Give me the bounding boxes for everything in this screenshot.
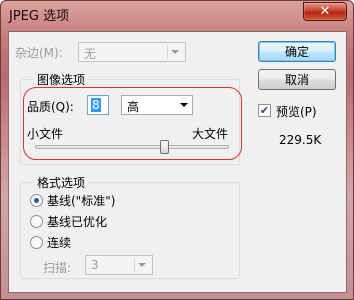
baseline-standard-label: 基线("标准")	[47, 194, 116, 208]
large-file-label: 大文件	[192, 127, 229, 141]
small-file-label: 小文件	[27, 127, 64, 141]
matte-select: 无	[78, 42, 186, 62]
quality-level-select[interactable]: 高	[121, 95, 193, 115]
quality-input[interactable]: 8	[87, 95, 109, 115]
progressive-label: 连续	[47, 236, 72, 250]
image-options-title: 图像选项	[34, 71, 89, 88]
quality-input-value: 8	[91, 98, 101, 112]
radio-baseline-standard[interactable]	[30, 194, 43, 207]
jpeg-options-dialog: JPEG 选项 ✕ 杂边(M): 无 确定 取消 ✔ 预览(P) 229.5K …	[0, 0, 354, 300]
quality-slider-thumb[interactable]	[160, 140, 170, 154]
chevron-down-icon	[180, 103, 188, 107]
close-icon: ✕	[319, 4, 331, 19]
close-button[interactable]: ✕	[303, 2, 347, 21]
checkmark-icon: ✔	[259, 104, 270, 117]
matte-value: 无	[84, 47, 97, 61]
quality-level-value: 高	[127, 100, 140, 114]
dialog-title: JPEG 选项	[9, 9, 70, 24]
matte-label: 杂边(M):	[15, 46, 63, 60]
title-bar[interactable]: JPEG 选项 ✕	[1, 1, 353, 25]
quality-slider-track[interactable]	[35, 145, 229, 149]
chevron-down-icon	[167, 45, 182, 59]
radio-progressive[interactable]	[30, 236, 43, 249]
quality-label: 品质(Q):	[27, 100, 74, 114]
scans-select: 3	[85, 255, 153, 275]
scans-value: 3	[91, 258, 99, 272]
image-options-group	[20, 79, 240, 165]
ok-button[interactable]: 确定	[258, 41, 336, 62]
cancel-button[interactable]: 取消	[258, 69, 336, 90]
chevron-down-icon	[134, 258, 149, 272]
radio-baseline-optimized[interactable]	[30, 215, 43, 228]
format-options-title: 格式选项	[34, 174, 89, 191]
dialog-body: 杂边(M): 无 确定 取消 ✔ 预览(P) 229.5K 图像选项 品质(Q)…	[8, 31, 347, 293]
baseline-optimized-label: 基线已优化	[47, 215, 108, 229]
file-size-readout: 229.5K	[279, 133, 322, 147]
preview-checkbox[interactable]: ✔	[258, 104, 271, 117]
ok-button-label: 确定	[284, 45, 309, 59]
preview-label: 预览(P)	[276, 105, 317, 119]
scans-label: 扫描:	[43, 261, 72, 275]
cancel-button-label: 取消	[284, 73, 309, 87]
